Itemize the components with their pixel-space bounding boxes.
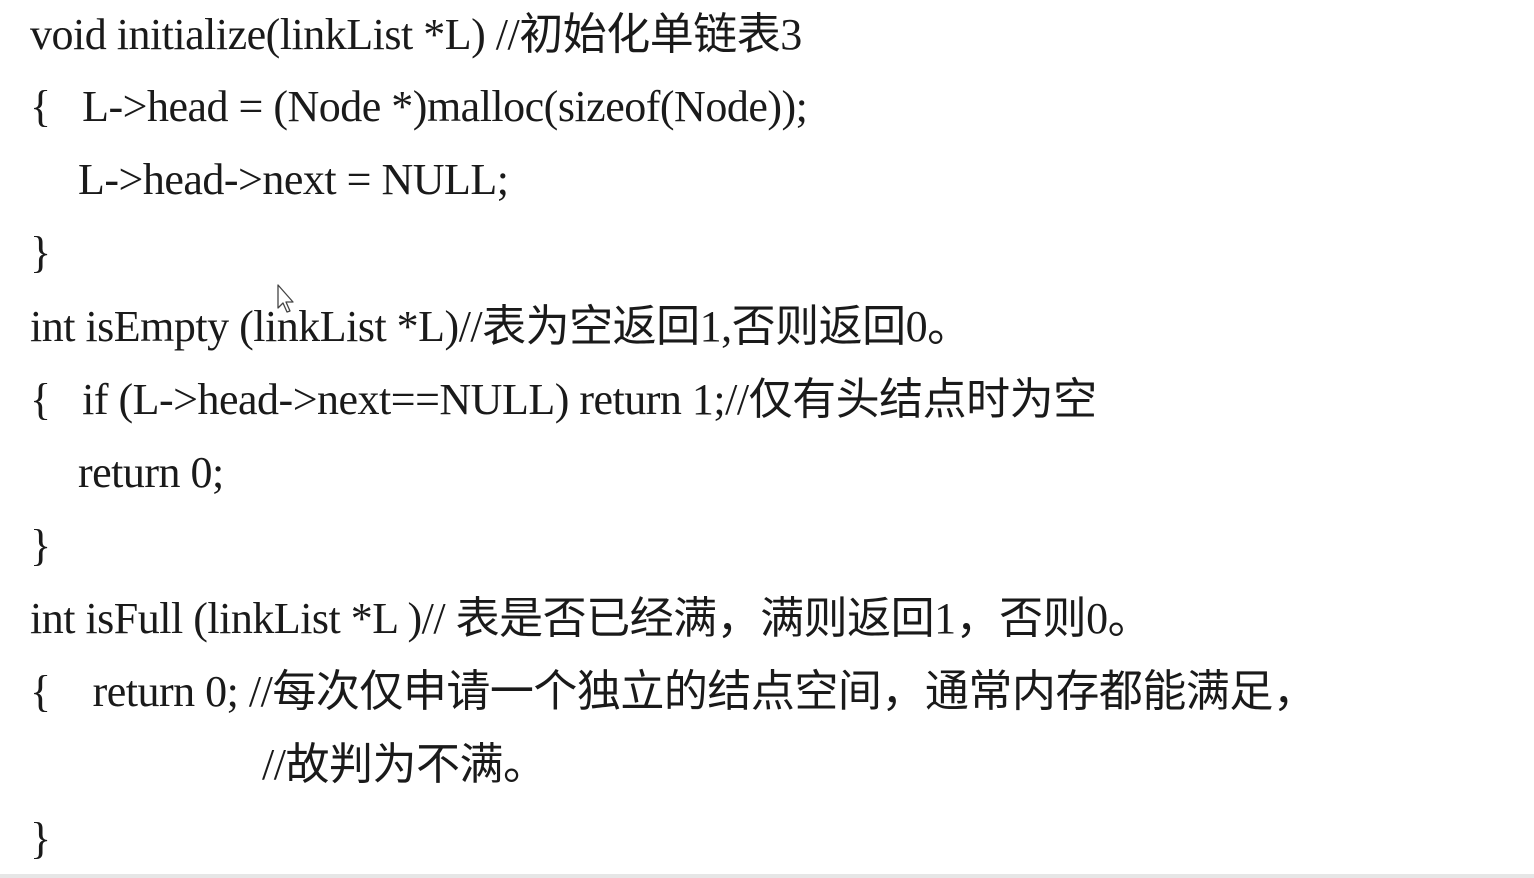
code-line-10: { return 0; //每次仅申请一个独立的结点空间，通常内存都能满足， xyxy=(30,667,1317,716)
code-line-5: int isEmpty (linkList *L)//表为空返回1,否则返回0。 xyxy=(30,302,971,351)
code-line-7: return 0; xyxy=(78,448,224,497)
code-line-6: { if (L->head->next==NULL) return 1;//仅有… xyxy=(30,375,1097,424)
code-line-9: int isFull (linkList *L )// 表是否已经满，满则返回1… xyxy=(30,594,1152,643)
code-line-3: L->head->next = NULL; xyxy=(78,155,509,204)
code-line-12: } xyxy=(30,814,51,863)
code-line-2: { L->head = (Node *)malloc(sizeof(Node))… xyxy=(30,82,808,131)
bottom-divider xyxy=(0,874,1534,878)
code-slide: void initialize(linkList *L) //初始化单链表3 {… xyxy=(0,0,1534,878)
code-line-11: //故判为不满。 xyxy=(262,740,547,789)
code-line-4: } xyxy=(30,228,51,277)
code-line-1: void initialize(linkList *L) //初始化单链表3 xyxy=(30,10,802,59)
code-line-8: } xyxy=(30,521,51,570)
mouse-pointer-icon xyxy=(277,284,294,313)
